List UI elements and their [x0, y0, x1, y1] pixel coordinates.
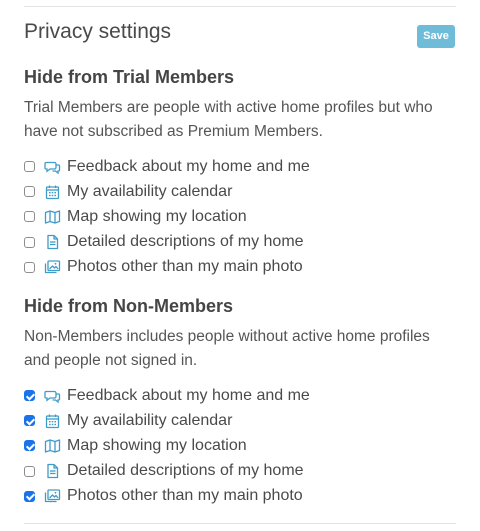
top-divider	[24, 6, 456, 7]
option-checkbox[interactable]	[24, 186, 35, 198]
option-label: Feedback about my home and me	[67, 157, 310, 175]
option-row[interactable]: Map showing my location	[24, 433, 456, 458]
option-checkbox[interactable]	[24, 465, 35, 477]
bottom-divider	[24, 523, 456, 524]
photos-icon	[44, 259, 61, 275]
option-row[interactable]: Feedback about my home and me	[24, 383, 456, 408]
map-icon	[44, 438, 61, 454]
option-row[interactable]: Photos other than my main photo	[24, 484, 456, 509]
section-description-line: Non-Members includes people without acti…	[24, 328, 430, 345]
option-row[interactable]: Detailed descriptions of my home	[24, 230, 456, 255]
photos-icon	[44, 488, 61, 504]
option-row[interactable]: Photos other than my main photo	[24, 255, 456, 280]
option-checkbox[interactable]	[24, 440, 35, 452]
section-heading: Hide from Trial Members	[24, 67, 235, 87]
option-checkbox[interactable]	[24, 261, 35, 273]
feedback-icon	[44, 159, 61, 175]
option-label: Feedback about my home and me	[67, 386, 310, 404]
section-description-line: Trial Members are people with active hom…	[24, 99, 433, 116]
option-row[interactable]: Feedback about my home and me	[24, 154, 456, 179]
map-icon	[44, 209, 61, 225]
page-title: Privacy settings	[24, 20, 172, 43]
option-label: Photos other than my main photo	[67, 487, 303, 505]
option-row[interactable]: My availability calendar	[24, 408, 456, 433]
option-row[interactable]: Detailed descriptions of my home	[24, 459, 456, 484]
option-label: Detailed descriptions of my home	[67, 462, 304, 480]
option-label: Photos other than my main photo	[67, 258, 303, 276]
option-checkbox[interactable]	[24, 490, 35, 502]
option-label: My availability calendar	[67, 182, 233, 200]
document-icon	[44, 234, 61, 250]
option-label: Detailed descriptions of my home	[67, 233, 304, 251]
option-checkbox[interactable]	[24, 390, 35, 402]
calendar-icon	[44, 413, 61, 429]
section-trial-members: Hide from Trial Members Trial Members ar…	[24, 66, 456, 280]
calendar-icon	[44, 184, 61, 200]
privacy-settings-panel: Privacy settings Save Hide from Trial Me…	[0, 0, 480, 531]
section-heading: Hide from Non-Members	[24, 296, 234, 316]
save-button[interactable]: Save	[417, 25, 455, 48]
option-row[interactable]: My availability calendar	[24, 179, 456, 204]
option-checkbox[interactable]	[24, 161, 35, 173]
section-description-line: have not subscribed as Premium Members.	[24, 123, 323, 140]
option-label: Map showing my location	[67, 207, 247, 225]
option-checkbox[interactable]	[24, 415, 35, 427]
option-row[interactable]: Map showing my location	[24, 204, 456, 229]
document-icon	[44, 463, 61, 479]
option-label: My availability calendar	[67, 411, 233, 429]
feedback-icon	[44, 388, 61, 404]
option-checkbox[interactable]	[24, 236, 35, 248]
section-non-members: Hide from Non-Members Non-Members includ…	[24, 295, 456, 509]
section-description: Trial Members are people with active hom…	[24, 96, 456, 144]
section-description-line: and people not signed in.	[24, 352, 198, 369]
option-checkbox[interactable]	[24, 211, 35, 223]
option-label: Map showing my location	[67, 436, 247, 454]
section-description: Non-Members includes people without acti…	[24, 325, 456, 373]
option-list: Feedback about my home and me My availabi…	[24, 383, 456, 509]
option-list: Feedback about my home and me My availabi…	[24, 154, 456, 280]
